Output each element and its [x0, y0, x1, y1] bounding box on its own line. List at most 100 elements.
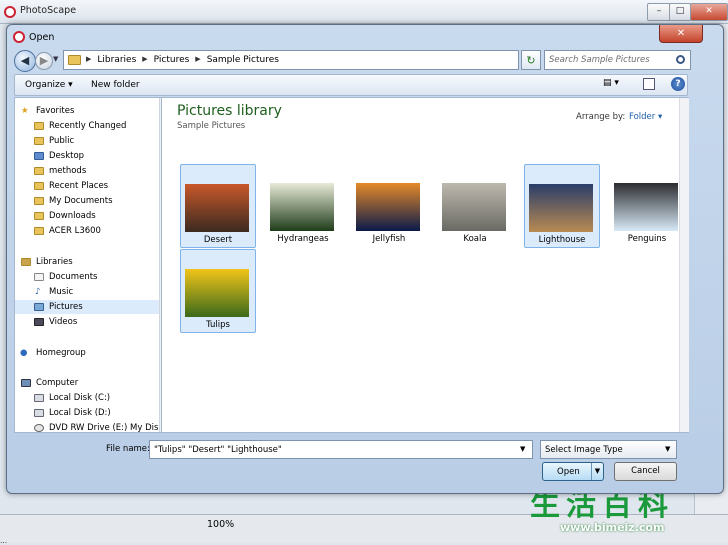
breadcrumb-libraries[interactable]: Libraries [97, 55, 136, 65]
file-type-dropdown-icon[interactable]: ▼ [665, 445, 670, 453]
thumbnail-item[interactable]: Penguins [610, 164, 684, 246]
zoom-level: 100% [207, 519, 235, 530]
thumbnail-image [442, 183, 506, 231]
open-dialog: Open ✕ ◀ ▶ ▼ ▶ Libraries ▶ Pictures ▶ Sa… [6, 24, 724, 494]
address-bar[interactable]: ▶ Libraries ▶ Pictures ▶ Sample Pictures… [63, 50, 569, 70]
dialog-app-icon [13, 31, 25, 43]
search-placeholder: Search Sample Pictures [549, 55, 650, 65]
open-button[interactable]: Open ▼ [542, 462, 604, 481]
folder-icon [34, 197, 44, 205]
thumbnail-image [185, 184, 249, 232]
minimize-button[interactable]: – [647, 3, 671, 21]
nav-item-desktop[interactable]: Desktop [15, 149, 160, 163]
videos-icon [34, 318, 44, 326]
thumbnail-item[interactable]: Lighthouse [524, 164, 600, 248]
file-list-scrollbar[interactable] [679, 98, 689, 432]
close-app-button[interactable]: ✕ [690, 3, 728, 21]
nav-item-dvd-drive[interactable]: DVD RW Drive (E:) My Disc [15, 421, 161, 432]
dvd-icon [34, 424, 44, 432]
search-icon[interactable] [676, 55, 685, 64]
nav-item-acer-l3600[interactable]: ACER L3600 [15, 224, 160, 238]
dialog-title: Open [29, 32, 55, 43]
favorites-header[interactable]: ★ Favorites [15, 104, 160, 118]
file-name-value: "Tulips" "Desert" "Lighthouse" [154, 445, 282, 455]
breadcrumb-chevron-icon[interactable]: ▶ [195, 55, 200, 65]
nav-item-local-disk-c[interactable]: Local Disk (C:) [15, 391, 160, 405]
forward-arrow-icon[interactable]: ▶ [35, 52, 53, 70]
breadcrumb-pictures[interactable]: Pictures [154, 55, 190, 65]
thumbnail-item[interactable]: Koala [438, 164, 512, 246]
dialog-close-button[interactable]: ✕ [659, 25, 703, 43]
refresh-icon[interactable]: ↻ [521, 50, 541, 70]
background-titlebar [0, 0, 728, 24]
thumbnail-caption: Koala [463, 234, 487, 244]
nav-item-recent-places[interactable]: Recent Places [15, 179, 160, 193]
folder-icon [34, 122, 44, 130]
nav-item-my-documents[interactable]: My Documents [15, 194, 160, 208]
pictures-icon [34, 303, 44, 311]
thumbnail-image [529, 184, 593, 232]
thumbnail-item[interactable]: Desert [180, 164, 256, 248]
breadcrumb-chevron-icon[interactable]: ▶ [142, 55, 147, 65]
nav-item-pictures[interactable]: Pictures [15, 300, 160, 314]
thumbnail-caption: Penguins [627, 234, 667, 244]
thumbnail-caption: Hydrangeas [277, 234, 329, 244]
open-split-dropdown-icon[interactable]: ▼ [591, 463, 603, 480]
background-status-text: ... [0, 536, 8, 545]
new-folder-button[interactable]: New folder [91, 80, 140, 90]
desktop-icon [34, 152, 44, 160]
arrange-by-label: Arrange by: [576, 112, 626, 122]
recent-pages-chevron-icon[interactable]: ▼ [53, 55, 58, 63]
nav-item-methods[interactable]: methods [15, 164, 160, 178]
library-subtitle: Sample Pictures [177, 121, 246, 131]
file-name-dropdown-icon[interactable]: ▼ [520, 445, 525, 453]
homegroup-icon: ● [20, 348, 28, 358]
file-list: Pictures library Sample Pictures Arrange… [161, 97, 689, 433]
thumbnail-item[interactable]: Jellyfish [352, 164, 426, 246]
folder-icon [34, 212, 44, 220]
nav-item-videos[interactable]: Videos [15, 315, 160, 329]
libraries-header[interactable]: Libraries [15, 255, 160, 269]
nav-item-public[interactable]: Public [15, 134, 160, 148]
thumbnail-caption: Desert [203, 235, 233, 245]
back-arrow-icon[interactable]: ◀ [14, 50, 36, 72]
nav-item-local-disk-d[interactable]: Local Disk (D:) [15, 406, 160, 420]
thumbnail-item[interactable]: Tulips [180, 249, 256, 333]
thumbnail-caption: Tulips [206, 320, 230, 330]
documents-icon [34, 273, 44, 281]
arrange-by-dropdown[interactable]: Folder ▾ [629, 112, 662, 122]
homegroup-item[interactable]: ● Homegroup [15, 346, 160, 360]
help-icon[interactable]: ? [671, 77, 685, 91]
command-toolbar: Organize ▾ New folder ▤ ▾ ? [14, 74, 688, 96]
nav-item-recently-changed[interactable]: Recently Changed [15, 119, 160, 133]
file-type-select[interactable]: Select Image Type ▼ [540, 440, 677, 459]
navigation-pane: ★ Favorites Recently Changed Public Desk… [14, 97, 161, 433]
file-name-label: File name: [106, 444, 150, 454]
library-icon [21, 258, 31, 266]
breadcrumb-chevron-icon[interactable]: ▶ [86, 55, 91, 65]
thumbnail-image [270, 183, 334, 231]
organize-button[interactable]: Organize ▾ [25, 80, 73, 90]
search-input[interactable]: Search Sample Pictures [544, 50, 691, 70]
watermark-url: www.bimeiz.com [560, 521, 665, 534]
folder-icon [68, 55, 81, 65]
library-title: Pictures library [177, 103, 282, 119]
preview-pane-icon[interactable] [643, 78, 655, 90]
nav-item-downloads[interactable]: Downloads [15, 209, 160, 223]
breadcrumb-sample-pictures[interactable]: Sample Pictures [207, 55, 279, 65]
cancel-button[interactable]: Cancel [614, 462, 677, 481]
file-name-input[interactable]: "Tulips" "Desert" "Lighthouse" ▼ [149, 440, 533, 459]
nav-item-music[interactable]: ♪ Music [15, 285, 160, 299]
thumbnail-image [614, 183, 678, 231]
drive-icon [34, 394, 44, 402]
photoscape-icon [4, 6, 16, 18]
change-view-icon[interactable]: ▤ ▾ [603, 78, 631, 92]
thumbnail-item[interactable]: Hydrangeas [266, 164, 340, 246]
maximize-button[interactable]: □ [669, 3, 691, 21]
star-icon: ★ [21, 106, 29, 116]
nav-item-documents[interactable]: Documents [15, 270, 160, 284]
computer-header[interactable]: Computer [15, 376, 160, 390]
folder-icon [34, 227, 44, 235]
open-button-label: Open [557, 467, 580, 477]
music-icon: ♪ [35, 287, 41, 297]
